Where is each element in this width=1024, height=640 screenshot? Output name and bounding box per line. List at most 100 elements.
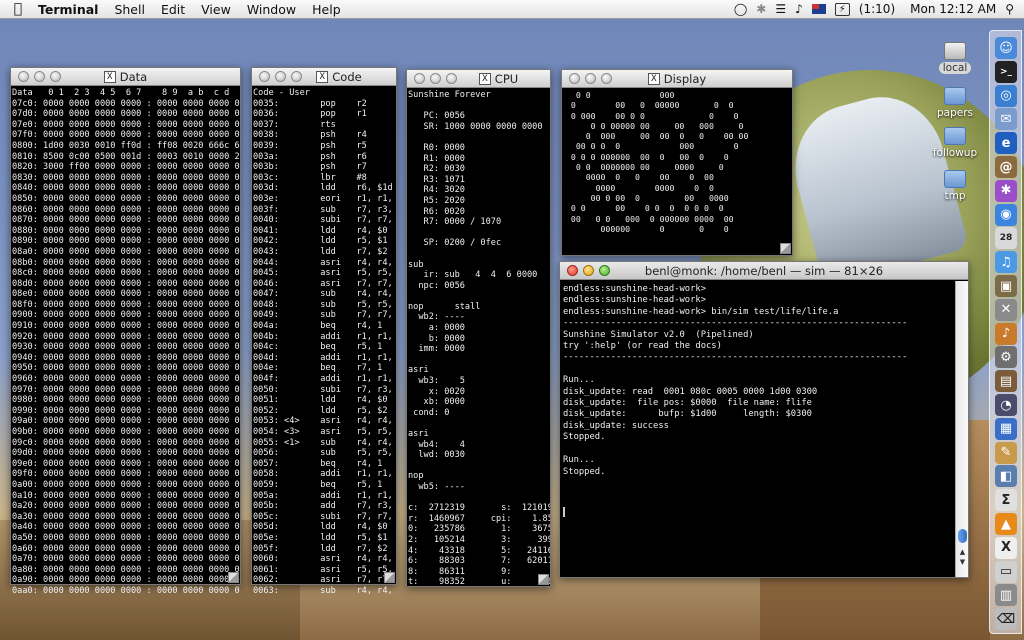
documents-icon[interactable]: ▭ <box>995 560 1017 583</box>
terminal-text: endless:sunshine-head-work> endless:sunsh… <box>560 281 955 489</box>
printer-icon[interactable]: ▤ <box>995 370 1017 393</box>
text-line: 0970: 0000 0000 0000 0000 : 0000 0000 00… <box>12 384 240 395</box>
volume-icon[interactable]: ♪ <box>795 2 803 16</box>
text-line: 0910: 0000 0000 0000 0000 : 0000 0000 00… <box>12 321 240 332</box>
text-line: 09c0: 0000 0000 0000 0000 : 0000 0000 00… <box>12 437 240 448</box>
safari-icon[interactable]: ◎ <box>995 84 1017 107</box>
zoom-button[interactable] <box>446 73 457 84</box>
input-flag-icon[interactable] <box>811 4 826 14</box>
chat-icon[interactable]: ◉ <box>995 203 1017 226</box>
text-line: 005d: ldd r4, $0 <box>253 522 388 533</box>
minimize-button[interactable] <box>583 265 594 276</box>
text-line: 0046: asri r7, r7, #$8 <box>253 278 393 289</box>
close-button[interactable] <box>18 71 29 82</box>
keynote-icon[interactable]: ▦ <box>995 417 1017 440</box>
mail-icon[interactable]: ✉ <box>995 108 1017 131</box>
text-line: Sunshine Simulator v2.0 (Pipelined) <box>563 329 754 340</box>
battery-icon[interactable]: ⚡ <box>834 2 850 16</box>
terminal-scrollbar[interactable]: ▲ ▼ <box>955 281 968 577</box>
text-line: 0000 0 0 00 0 00 <box>566 172 714 183</box>
resize-handle[interactable] <box>228 572 239 583</box>
iphoto-icon[interactable]: ▣ <box>995 275 1017 297</box>
zoom-button[interactable] <box>291 71 302 82</box>
close-button[interactable] <box>569 73 580 84</box>
spotlight-search-icon[interactable]: ⚲ <box>1005 2 1014 16</box>
itunes-icon[interactable]: ♫ <box>995 251 1017 274</box>
scroll-down-arrow[interactable]: ▼ <box>958 558 967 567</box>
desktop-icon-papers[interactable]: papers <box>925 87 985 119</box>
zoom-button[interactable] <box>599 265 610 276</box>
guitar-icon[interactable]: ♪ <box>995 322 1017 345</box>
address-book-icon[interactable]: @ <box>995 156 1017 178</box>
text-line: Code - User <box>253 88 310 98</box>
terminal-icon[interactable]: >_ <box>995 60 1017 83</box>
network-icon[interactable]: ✕ <box>995 298 1017 321</box>
scroll-thumb[interactable] <box>958 529 967 543</box>
pages-icon[interactable]: ✎ <box>995 441 1017 464</box>
desktop-icon-tmp[interactable]: tmp <box>925 170 985 202</box>
desktop-icon-local[interactable]: local <box>925 42 985 74</box>
text-line: 0 000 00 00 0 0 00 00 <box>566 131 749 142</box>
wifi-icon[interactable]: ☰ <box>775 2 786 16</box>
resize-handle[interactable] <box>538 574 549 585</box>
downloads-icon[interactable]: ▥ <box>995 584 1017 607</box>
text-line: 08c0: 0000 0000 0000 0000 : 0000 0000 00… <box>12 268 240 279</box>
scroll-up-arrow[interactable]: ▲ <box>958 548 967 557</box>
code-window-titlebar[interactable]: X Code <box>252 68 396 86</box>
clock[interactable]: Mon 12:12 AM <box>904 2 996 16</box>
bluetooth-icon[interactable]: ✱ <box>756 2 766 16</box>
resize-handle[interactable] <box>384 572 395 583</box>
system-preferences-icon[interactable]: ⚙ <box>995 346 1017 369</box>
finder-icon[interactable]: ☺ <box>995 37 1017 59</box>
text-line: 07f0: 0000 0000 0000 0000 : 0000 0000 00… <box>12 130 240 141</box>
zoom-button[interactable] <box>50 71 61 82</box>
text-line: sub <box>408 259 424 270</box>
window-title: CPU <box>494 71 519 86</box>
menu-view[interactable]: View <box>193 2 239 17</box>
data-window-titlebar[interactable]: X Data <box>11 68 240 86</box>
text-line: 0038: psh r4 <box>253 130 367 141</box>
text-line: 005e: ldd r5, $1 <box>253 532 388 543</box>
menu-help[interactable]: Help <box>304 2 349 17</box>
trash-icon[interactable]: ⌫ <box>995 608 1017 631</box>
menu-shell[interactable]: Shell <box>106 2 153 17</box>
vlc-icon[interactable]: ▲ <box>995 513 1017 535</box>
chat-status-icon[interactable]: ◯ <box>734 2 747 16</box>
close-button[interactable] <box>567 265 578 276</box>
minimize-button[interactable] <box>34 71 45 82</box>
menu-edit[interactable]: Edit <box>153 2 193 17</box>
desktop-icon-followup[interactable]: followup <box>925 127 985 159</box>
text-line: 003e: eori r1, r1, r1 <box>253 193 396 204</box>
hard-disk-icon <box>944 42 966 60</box>
x11-icon[interactable]: X <box>995 536 1017 559</box>
minimize-button[interactable] <box>585 73 596 84</box>
minimize-button[interactable] <box>275 71 286 82</box>
text-line: 003b: psh r7 <box>253 162 367 173</box>
text-line: 0aa0: 0000 0000 0000 0000 : 0000 0000 00… <box>12 585 240 596</box>
ichat-icon[interactable]: ✱ <box>995 179 1017 202</box>
terminal-output[interactable]: endless:sunshine-head-work> endless:sunsh… <box>560 281 955 577</box>
time-machine-icon[interactable]: ◔ <box>995 394 1017 416</box>
sum-icon[interactable]: Σ <box>995 489 1017 512</box>
preview-icon[interactable]: ◧ <box>995 465 1017 488</box>
text-line: 0a80: 0000 0000 0000 0000 : 0000 0000 00… <box>12 564 240 575</box>
terminal-titlebar[interactable]: benl@monk: /home/benl — sim — 81×26 <box>560 262 968 280</box>
menu-window[interactable]: Window <box>239 2 304 17</box>
text-line: ir: sub 4 4 6 0000 <box>408 270 538 281</box>
text-line: 0860: 0000 0000 0000 0000 : 0000 0000 00… <box>12 204 240 215</box>
battery-time[interactable]: (1:10) <box>859 2 895 16</box>
display-window-titlebar[interactable]: X Display <box>562 70 792 88</box>
close-button[interactable] <box>259 71 270 82</box>
apple-icon[interactable]:  <box>0 1 36 17</box>
internet-icon[interactable]: e <box>995 132 1017 155</box>
menu-app-name[interactable]: Terminal <box>36 2 106 17</box>
zoom-button[interactable] <box>601 73 612 84</box>
calendar-icon[interactable]: 28 <box>995 227 1017 250</box>
desktop-icon-label: tmp <box>944 190 966 202</box>
resize-handle[interactable] <box>780 243 791 254</box>
close-button[interactable] <box>414 73 425 84</box>
text-line: lwd: 0030 <box>408 450 465 461</box>
minimize-button[interactable] <box>430 73 441 84</box>
desktop-icon-label: local <box>938 62 972 74</box>
cpu-window-titlebar[interactable]: X CPU <box>407 70 550 88</box>
